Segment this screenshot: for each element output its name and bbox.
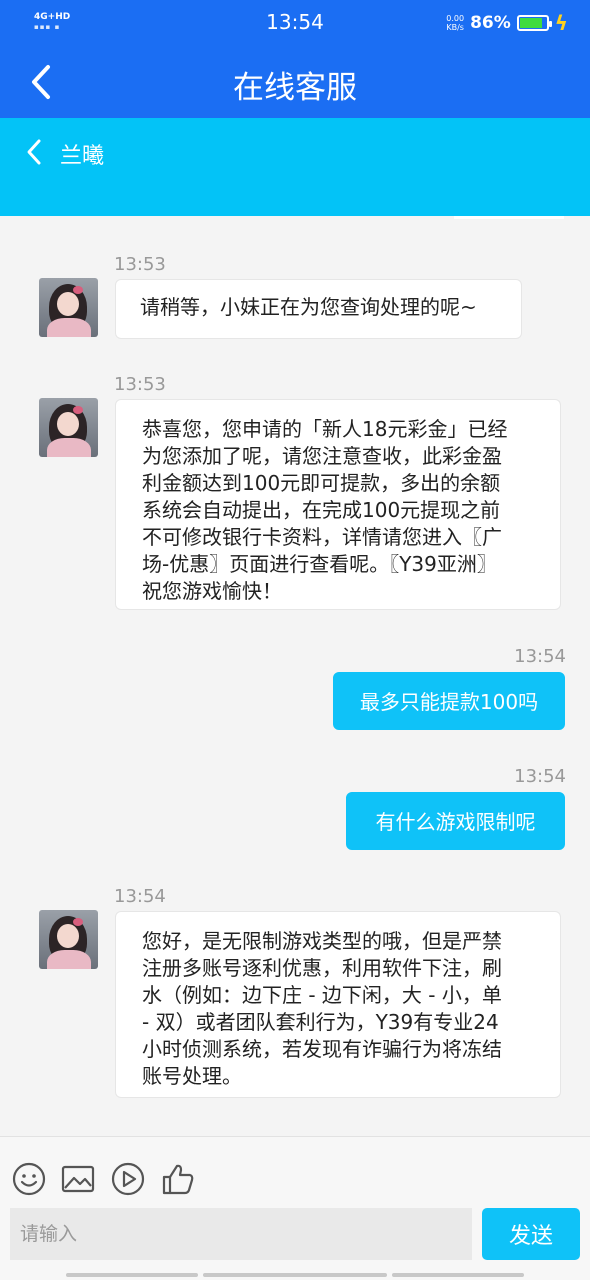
message-bubble-out[interactable]: 最多只能提款100吗: [333, 672, 565, 730]
agent-avatar[interactable]: [39, 398, 98, 457]
send-button[interactable]: 发送: [482, 1208, 580, 1260]
message-bubble-in[interactable]: 请稍等，小妹正在为您查询处理的呢~: [115, 279, 522, 339]
nav-bar-segment: [66, 1273, 198, 1277]
message-line: 水（例如：边下庄 - 边下闲，大 - 小，单: [142, 983, 502, 1007]
image-icon[interactable]: [60, 1161, 96, 1197]
message-line: 最多只能提款100吗: [359, 690, 539, 714]
charging-icon: ϟ: [554, 11, 568, 35]
message-line: 祝您游戏愉快！: [142, 579, 282, 603]
message-line: 为您添加了呢，请您注意查收，此彩金盈: [142, 444, 502, 468]
chat-area[interactable]: 13:53 请稍等，小妹正在为您查询处理的呢~ 13:53 恭喜您，您申请的「新…: [0, 216, 590, 1136]
smiley-icon[interactable]: [11, 1161, 47, 1197]
message-time: 13:54: [514, 646, 566, 667]
message-line: 请稍等，小妹正在为您查询处理的呢~: [140, 295, 477, 319]
net-speed-value: 0.00: [446, 14, 465, 23]
battery-percent: 86%: [470, 13, 511, 33]
nav-bar-segment: [392, 1273, 524, 1277]
agent-avatar[interactable]: [39, 910, 98, 969]
chevron-left-icon[interactable]: [24, 138, 46, 166]
play-icon[interactable]: [110, 1161, 146, 1197]
message-bubble-in[interactable]: 您好，是无限制游戏类型的哦，但是严禁 注册多账号逐利优惠，利用软件下注，刷 水（…: [115, 911, 561, 1098]
message-line: 场-优惠〗页面进行查看呢。〖Y39亚洲〗: [142, 552, 497, 576]
agent-name: 兰曦: [60, 144, 105, 169]
thumbs-up-icon[interactable]: [160, 1161, 196, 1197]
message-line: - 双）或者团队套利行为，Y39有专业24: [142, 1010, 499, 1034]
scroll-indicator: [454, 216, 564, 219]
status-right: 0.00 KB/s 86% ϟ: [446, 11, 568, 35]
message-bubble-in[interactable]: 恭喜您，您申请的「新人18元彩金」已经 为您添加了呢，请您注意查收，此彩金盈 利…: [115, 399, 561, 610]
status-bar: 4G+HD ▪▪▪ ▪ 13:54 0.00 KB/s 86% ϟ: [0, 0, 590, 46]
agent-avatar[interactable]: [39, 278, 98, 337]
message-line: 恭喜您，您申请的「新人18元彩金」已经: [142, 417, 508, 441]
message-line: 有什么游戏限制呢: [375, 810, 536, 834]
message-time: 13:54: [114, 886, 166, 907]
message-line: 小时侦测系统，若发现有诈骗行为将冻结: [142, 1037, 502, 1061]
nav-bar-segment: [203, 1273, 387, 1277]
message-line: 注册多账号逐利优惠，利用软件下注，刷: [142, 956, 502, 980]
battery-icon: [516, 15, 552, 31]
message-time: 13:53: [114, 254, 166, 275]
message-line: 系统会自动提出，在完成100元提现之前: [142, 498, 501, 522]
net-speed-unit: KB/s: [446, 23, 464, 32]
message-bubble-out[interactable]: 有什么游戏限制呢: [346, 792, 565, 850]
message-time: 13:53: [114, 374, 166, 395]
message-line: 账号处理。: [142, 1064, 242, 1088]
message-line: 利金额达到100元即可提款，多出的余额: [142, 471, 501, 495]
message-input[interactable]: [10, 1208, 472, 1260]
agent-bar: 兰曦: [0, 118, 590, 216]
message-time: 13:54: [514, 766, 566, 787]
message-line: 不可修改银行卡资料，详情请您进入〖广: [142, 525, 502, 549]
message-line: 您好，是无限制游戏类型的哦，但是严禁: [142, 929, 502, 953]
battery-fill: [519, 18, 543, 28]
title-bar: 在线客服: [0, 46, 590, 118]
input-toolbar: 发送: [0, 1136, 590, 1280]
net-speed: 0.00 KB/s: [446, 14, 464, 32]
page-title: 在线客服: [233, 70, 357, 106]
